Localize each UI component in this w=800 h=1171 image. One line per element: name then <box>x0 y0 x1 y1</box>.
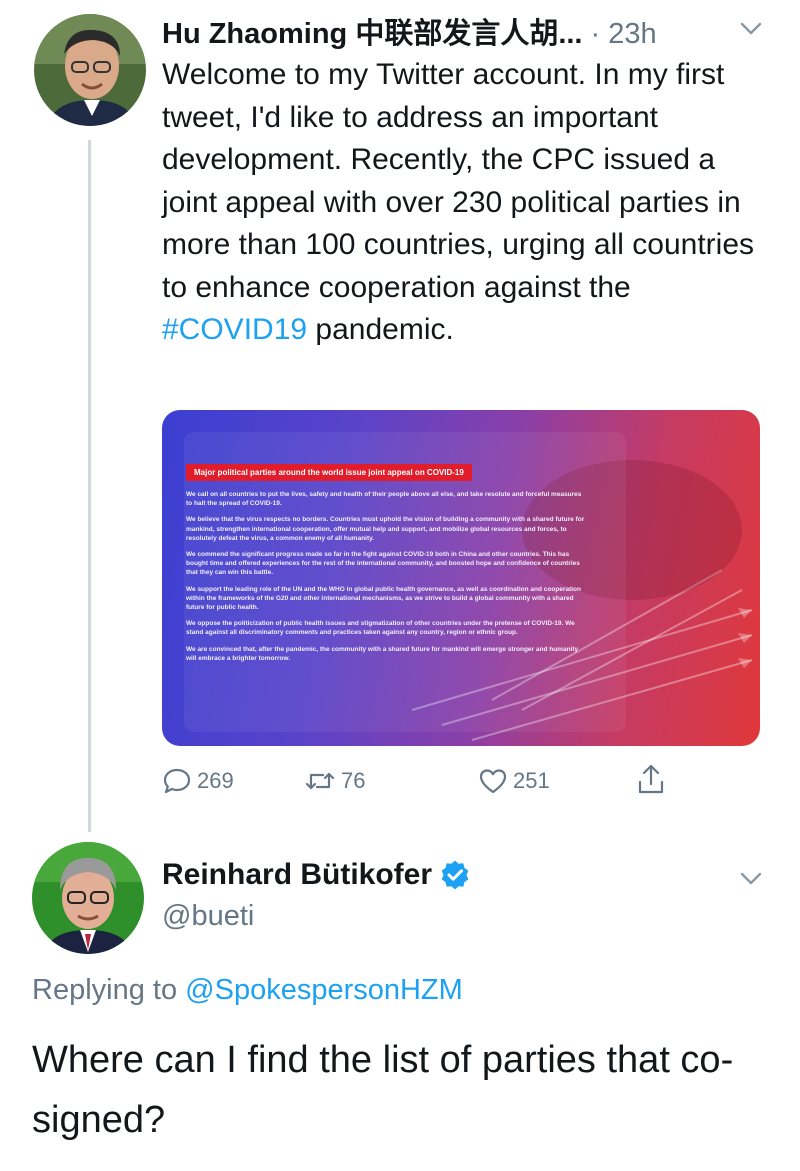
heart-icon <box>478 766 508 796</box>
tweet-action-bar: 269 76 251 <box>162 762 682 802</box>
author-handle[interactable]: @bueti <box>162 900 254 933</box>
like-button[interactable]: 251 <box>478 766 550 796</box>
retweet-count: 76 <box>341 768 366 793</box>
author-name[interactable]: Hu Zhaoming 中联部发言人胡... <box>162 18 583 50</box>
reply-button[interactable]: 269 <box>162 766 234 796</box>
verified-badge-icon <box>440 860 470 890</box>
avatar-hu-zhaoming[interactable] <box>34 14 146 126</box>
replying-to-label: Replying to <box>32 974 186 1006</box>
tweet-media-image[interactable]: Major political parties around the world… <box>162 410 760 746</box>
reply-count: 269 <box>197 768 234 793</box>
hashtag-link[interactable]: #COVID19 <box>162 313 307 346</box>
chevron-down-icon[interactable] <box>740 872 762 886</box>
tweet-timestamp[interactable]: 23h <box>608 18 656 50</box>
media-paragraph: We oppose the politicization of public h… <box>186 620 575 637</box>
author-name[interactable]: Reinhard Bütikofer <box>162 858 432 892</box>
like-count: 251 <box>513 768 550 793</box>
media-paragraph: We believe that the virus respects no bo… <box>186 516 585 542</box>
chevron-down-icon[interactable] <box>740 22 762 36</box>
thread-connector-line <box>88 140 91 832</box>
tweet-text-end: pandemic. <box>307 313 454 346</box>
media-paragraphs: We call on all countries to put the live… <box>186 490 586 670</box>
media-paragraph: We are convinced that, after the pandemi… <box>186 645 579 662</box>
header-separator: · <box>582 18 609 50</box>
avatar-reinhard-butikofer[interactable] <box>32 842 144 954</box>
reply-tweet-text: Where can I find the list of parties tha… <box>32 1039 734 1141</box>
share-upload-icon <box>636 762 666 796</box>
tweet-text-body: Welcome to my Twitter account. In my fir… <box>162 58 755 304</box>
media-headline: Major political parties around the world… <box>186 464 472 481</box>
mention-link[interactable]: @SpokespersonHZM <box>185 974 463 1006</box>
share-button[interactable] <box>636 762 666 796</box>
media-paragraph: We commend the significant progress made… <box>186 551 580 577</box>
retweet-arrows-icon <box>304 766 336 796</box>
replying-to-line: Replying to @SpokespersonHZM <box>32 974 463 1007</box>
media-paragraph: We support the leading role of the UN an… <box>186 585 581 612</box>
reply-author-name-row: Reinhard Bütikofer <box>162 858 470 892</box>
retweet-button[interactable]: 76 <box>304 766 365 796</box>
tweet-text: Welcome to my Twitter account. In my fir… <box>162 54 762 352</box>
tweet-header: Hu Zhaoming 中联部发言人胡... · 23h <box>162 10 772 54</box>
speech-bubble-icon <box>162 766 192 796</box>
media-paragraph: We call on all countries to put the live… <box>186 491 582 508</box>
